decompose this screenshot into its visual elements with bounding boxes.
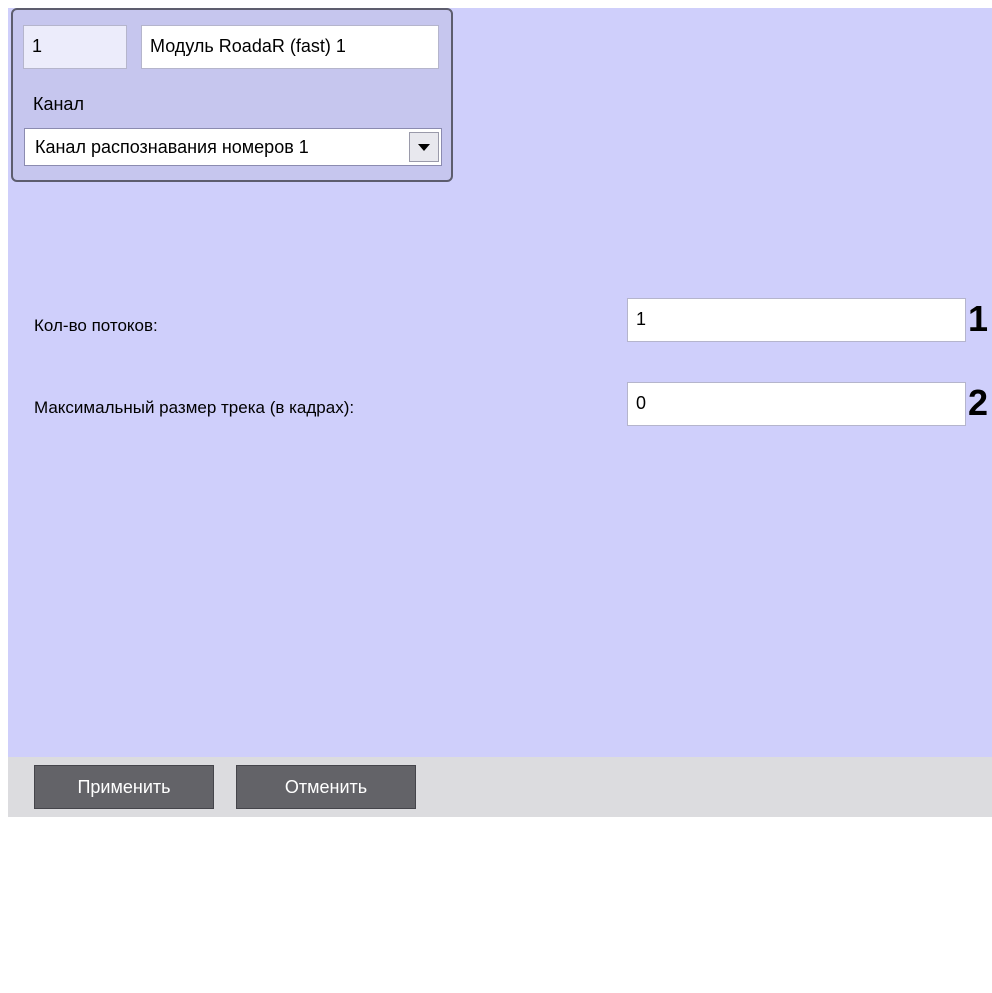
channel-select-value: Канал распознавания номеров 1	[35, 137, 309, 157]
button-bar: Применить Отменить	[8, 757, 992, 817]
max-track-label: Максимальный размер трека (в кадрах):	[34, 398, 355, 417]
max-track-input[interactable]: 0	[627, 382, 966, 426]
threads-label: Кол-во потоков:	[34, 316, 158, 335]
callout-marker-2: 2	[968, 382, 989, 423]
object-id-field[interactable]: 1	[23, 25, 127, 69]
channel-select[interactable]: Канал распознавания номеров 1	[24, 128, 442, 166]
footer: Применить Отменить	[8, 757, 992, 993]
callout-marker-1: 1	[968, 298, 989, 339]
object-header-group: 1 Модуль RoadaR (fast) 1 Канал Канал рас…	[11, 8, 453, 182]
cancel-button[interactable]: Отменить	[236, 765, 416, 809]
threads-input[interactable]: 1	[627, 298, 966, 342]
apply-button[interactable]: Применить	[34, 765, 214, 809]
settings-panel: 1 Модуль RoadaR (fast) 1 Канал Канал рас…	[8, 8, 992, 757]
dropdown-button[interactable]	[409, 132, 439, 162]
channel-label: Канал	[33, 94, 84, 114]
object-name-field[interactable]: Модуль RoadaR (fast) 1	[141, 25, 439, 69]
chevron-down-icon	[418, 143, 430, 151]
